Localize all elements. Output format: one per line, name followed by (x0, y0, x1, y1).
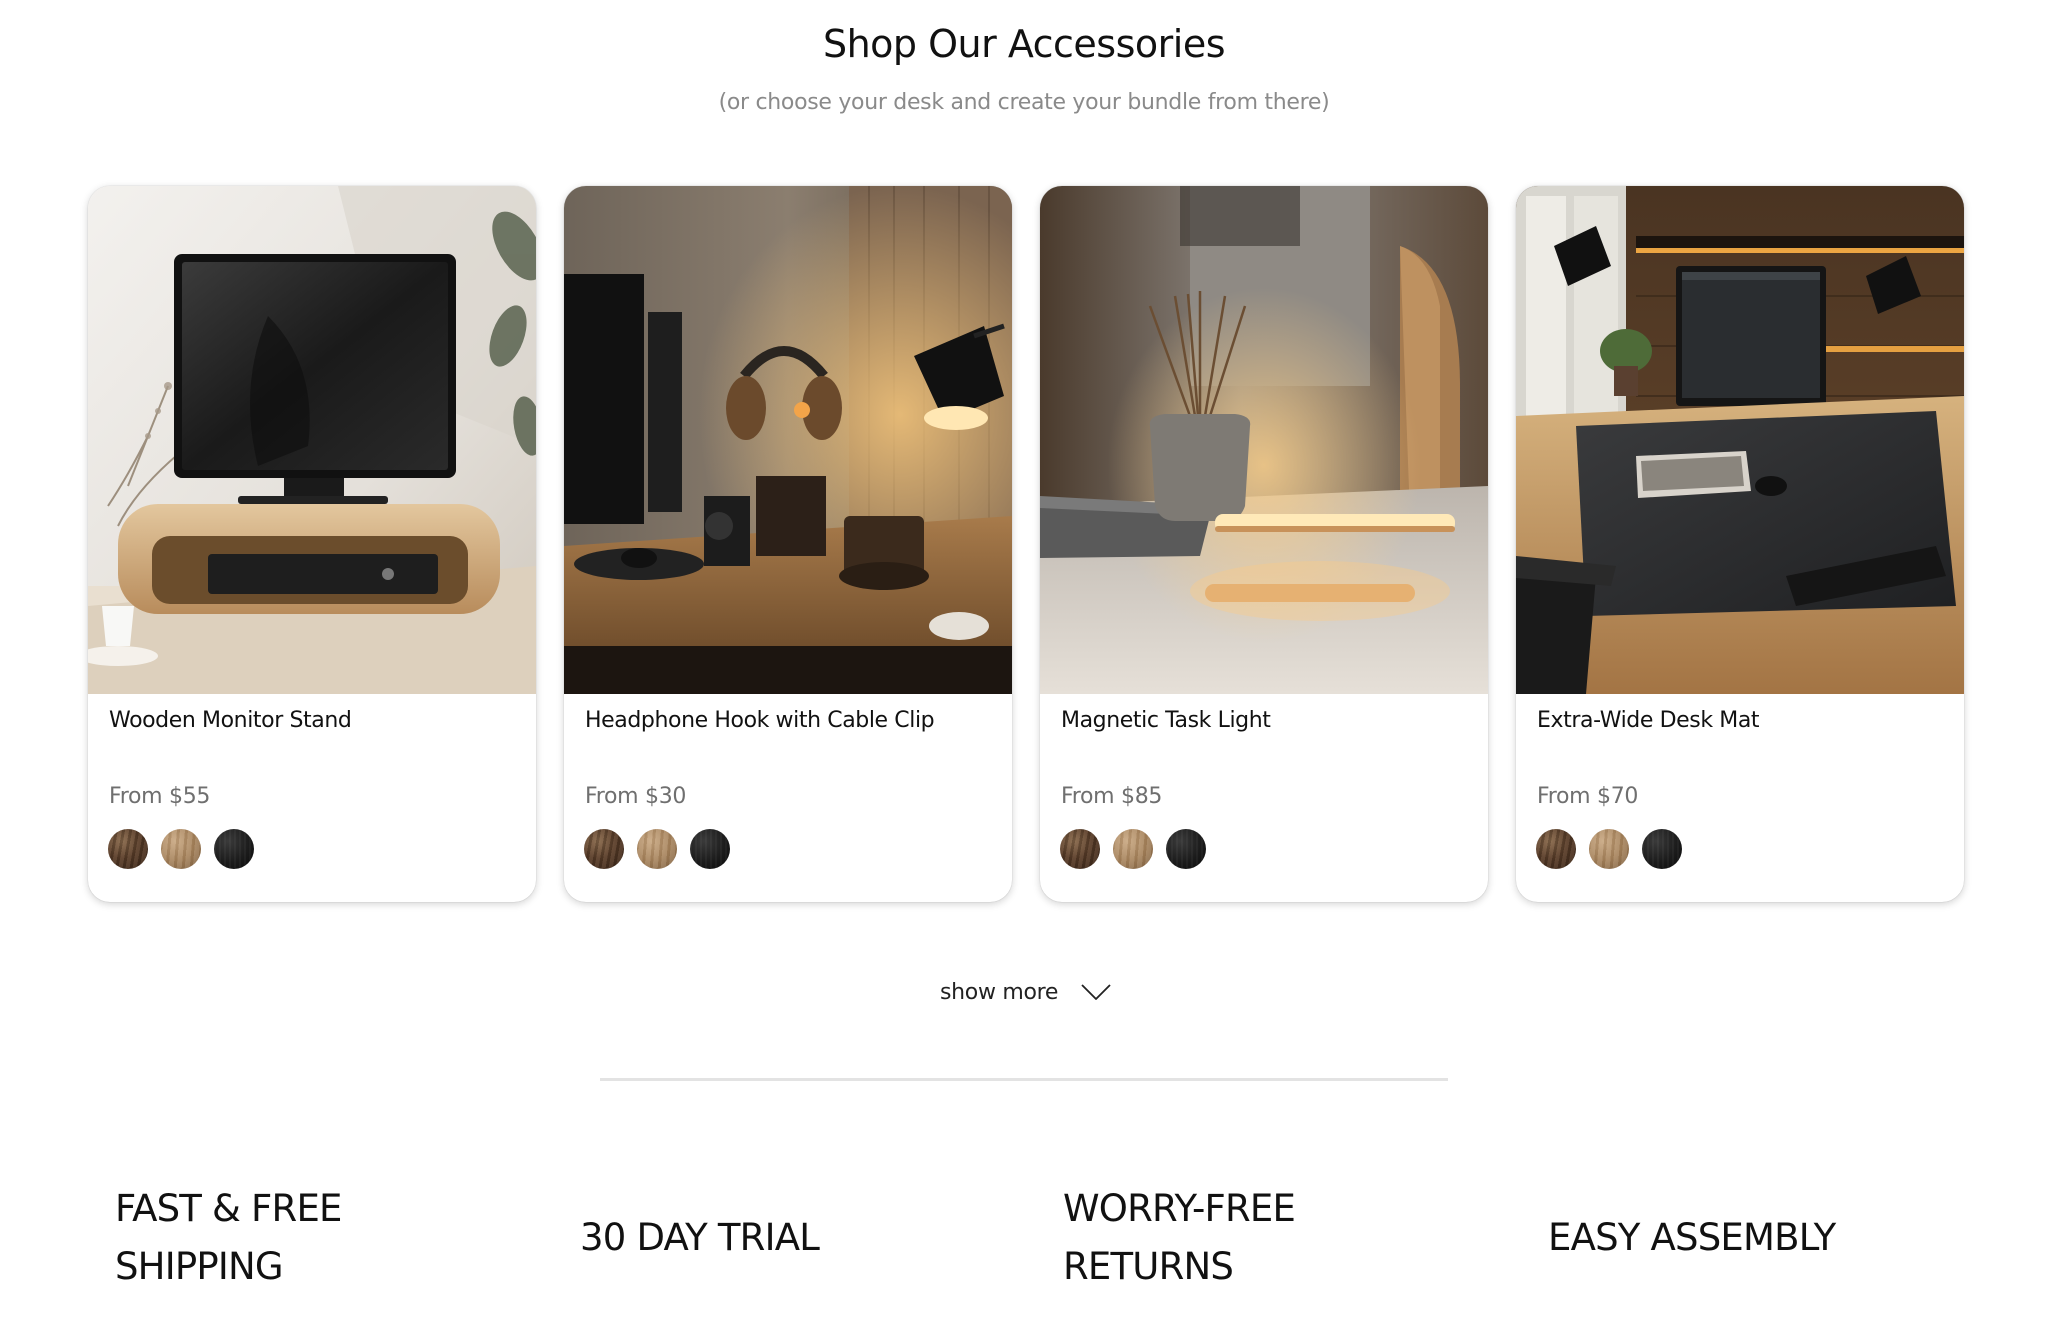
product-name[interactable]: Extra-Wide Desk Mat (1537, 708, 1760, 733)
feature-shipping: FAST & FREE SHIPPING (115, 1180, 342, 1296)
product-card-desk-mat[interactable]: Extra-Wide Desk Mat From $70 (1516, 186, 1964, 902)
chevron-down-icon (1081, 984, 1111, 1000)
feature-trial: 30 DAY TRIAL (580, 1209, 820, 1267)
feature-line: EASY ASSEMBLY (1548, 1216, 1836, 1259)
section-title: Shop Our Accessories (822, 22, 1226, 66)
color-swatches (108, 829, 254, 869)
feature-line: WORRY-FREE (1063, 1187, 1296, 1230)
product-price: From $70 (1537, 784, 1639, 809)
feature-line: SHIPPING (115, 1245, 284, 1288)
product-name[interactable]: Headphone Hook with Cable Clip (585, 708, 935, 733)
headphone-hook-photo[interactable] (564, 186, 1012, 694)
feature-assembly: EASY ASSEMBLY (1548, 1209, 1836, 1267)
product-card-task-light[interactable]: Magnetic Task Light From $85 (1040, 186, 1488, 902)
features-row: FAST & FREE SHIPPING 30 DAY TRIAL WORRY-… (0, 1180, 2048, 1310)
task-light-photo[interactable] (1040, 186, 1488, 694)
swatch-light-oak[interactable] (1113, 829, 1153, 869)
swatch-light-oak[interactable] (1589, 829, 1629, 869)
product-card-headphone-hook[interactable]: Headphone Hook with Cable Clip From $30 (564, 186, 1012, 902)
swatch-black[interactable] (1642, 829, 1682, 869)
product-price: From $55 (109, 784, 211, 809)
swatch-dark-walnut[interactable] (1060, 829, 1100, 869)
swatch-dark-walnut[interactable] (108, 829, 148, 869)
swatch-light-oak[interactable] (161, 829, 201, 869)
feature-line: FAST & FREE (115, 1187, 342, 1230)
product-card-monitor-stand[interactable]: Wooden Monitor Stand From $55 (88, 186, 536, 902)
swatch-dark-walnut[interactable] (584, 829, 624, 869)
show-more-label: show more (940, 979, 1059, 1005)
product-name[interactable]: Magnetic Task Light (1061, 708, 1271, 733)
product-grid: Wooden Monitor Stand From $55 Headphone … (88, 186, 1964, 904)
swatch-dark-walnut[interactable] (1536, 829, 1576, 869)
color-swatches (584, 829, 730, 869)
desk-mat-photo[interactable] (1516, 186, 1964, 694)
product-name[interactable]: Wooden Monitor Stand (109, 708, 352, 733)
product-price: From $85 (1061, 784, 1163, 809)
swatch-black[interactable] (690, 829, 730, 869)
color-swatches (1536, 829, 1682, 869)
color-swatches (1060, 829, 1206, 869)
product-price: From $30 (585, 784, 687, 809)
show-more-button[interactable]: show more (940, 974, 1112, 1010)
feature-line: RETURNS (1063, 1245, 1234, 1288)
feature-returns: WORRY-FREE RETURNS (1063, 1180, 1296, 1296)
section-divider (600, 1078, 1448, 1081)
swatch-light-oak[interactable] (637, 829, 677, 869)
section-subtitle: (or choose your desk and create your bun… (718, 90, 1330, 115)
swatch-black[interactable] (214, 829, 254, 869)
monitor-stand-photo[interactable] (88, 186, 536, 694)
swatch-black[interactable] (1166, 829, 1206, 869)
feature-line: 30 DAY TRIAL (580, 1216, 820, 1259)
